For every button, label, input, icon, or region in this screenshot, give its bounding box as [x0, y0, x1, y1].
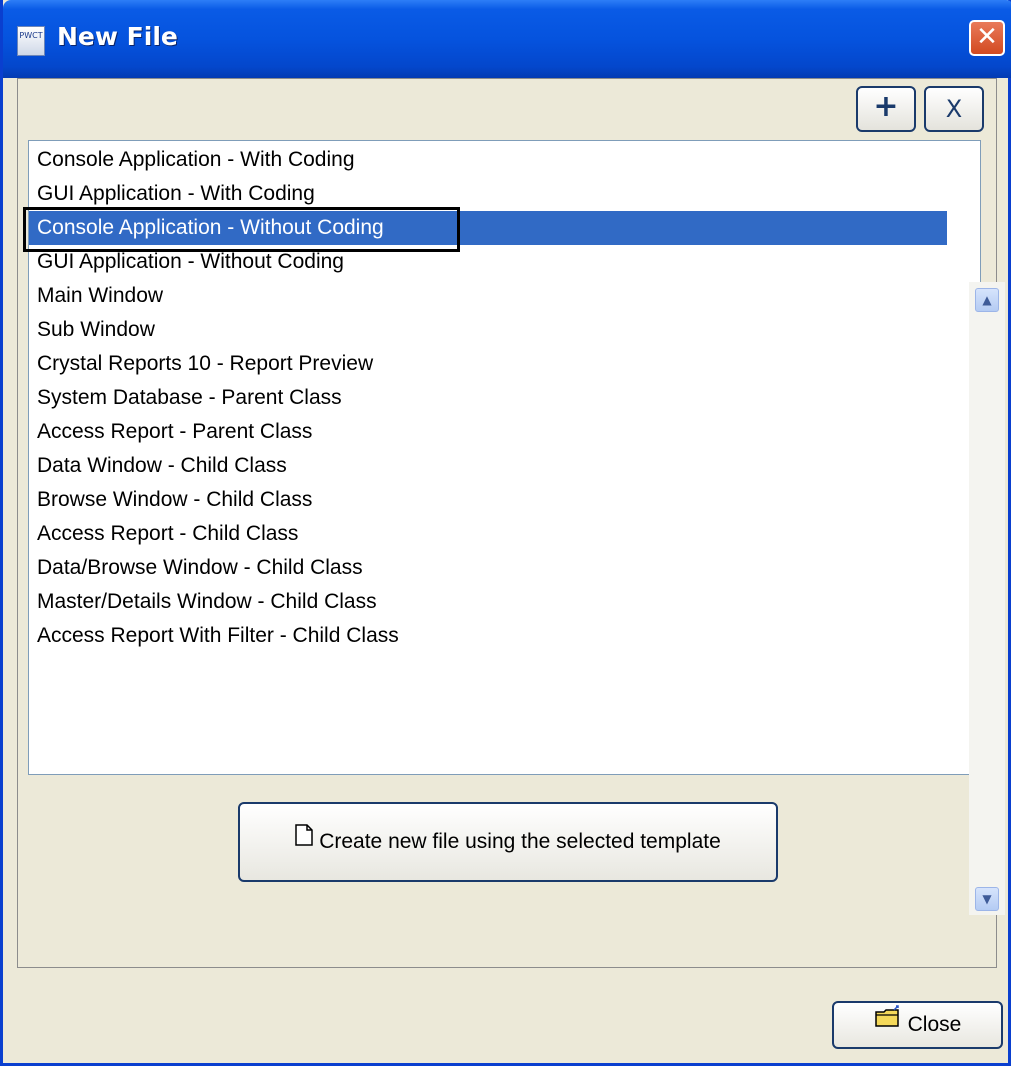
vertical-scrollbar[interactable]: ▲ ▼: [969, 282, 1005, 915]
list-item[interactable]: Crystal Reports 10 - Report Preview: [29, 347, 947, 381]
template-list-items: Console Application - With Coding GUI App…: [29, 141, 947, 653]
list-item[interactable]: Data/Browse Window - Child Class: [29, 551, 947, 585]
document-icon: [295, 802, 313, 878]
list-item[interactable]: Data Window - Child Class: [29, 449, 947, 483]
scroll-up-icon[interactable]: ▲: [975, 288, 999, 312]
delete-template-button[interactable]: X: [924, 86, 984, 132]
folder-icon: [874, 1000, 902, 1044]
list-item[interactable]: GUI Application - Without Coding: [29, 245, 947, 279]
scroll-down-icon[interactable]: ▼: [975, 887, 999, 911]
create-file-button[interactable]: Create new file using the selected templ…: [238, 802, 778, 882]
new-file-dialog: PWCT New File ✕ + X Console Application …: [0, 0, 1011, 1066]
window-close-button[interactable]: ✕: [969, 20, 1005, 56]
list-item[interactable]: Console Application - With Coding: [29, 143, 947, 177]
add-template-button[interactable]: +: [856, 86, 916, 132]
list-item[interactable]: Master/Details Window - Child Class: [29, 585, 947, 619]
list-item[interactable]: Access Report - Child Class: [29, 517, 947, 551]
list-item[interactable]: Access Report With Filter - Child Class: [29, 619, 947, 653]
list-item[interactable]: Main Window: [29, 279, 947, 313]
list-item[interactable]: Console Application - Without Coding: [29, 211, 947, 245]
list-item[interactable]: System Database - Parent Class: [29, 381, 947, 415]
list-item[interactable]: Sub Window: [29, 313, 947, 347]
close-label: Close: [907, 1013, 962, 1036]
create-file-label: Create new file using the selected templ…: [319, 830, 721, 853]
list-item[interactable]: GUI Application - With Coding: [29, 177, 947, 211]
close-button[interactable]: Close: [832, 1001, 1003, 1049]
template-list[interactable]: Console Application - With Coding GUI App…: [28, 140, 1005, 915]
app-icon: PWCT: [17, 26, 45, 56]
list-item[interactable]: Access Report - Parent Class: [29, 415, 947, 449]
title-bar[interactable]: PWCT New File ✕: [3, 0, 1011, 78]
window-title: New File: [57, 22, 178, 51]
list-item[interactable]: Browse Window - Child Class: [29, 483, 947, 517]
